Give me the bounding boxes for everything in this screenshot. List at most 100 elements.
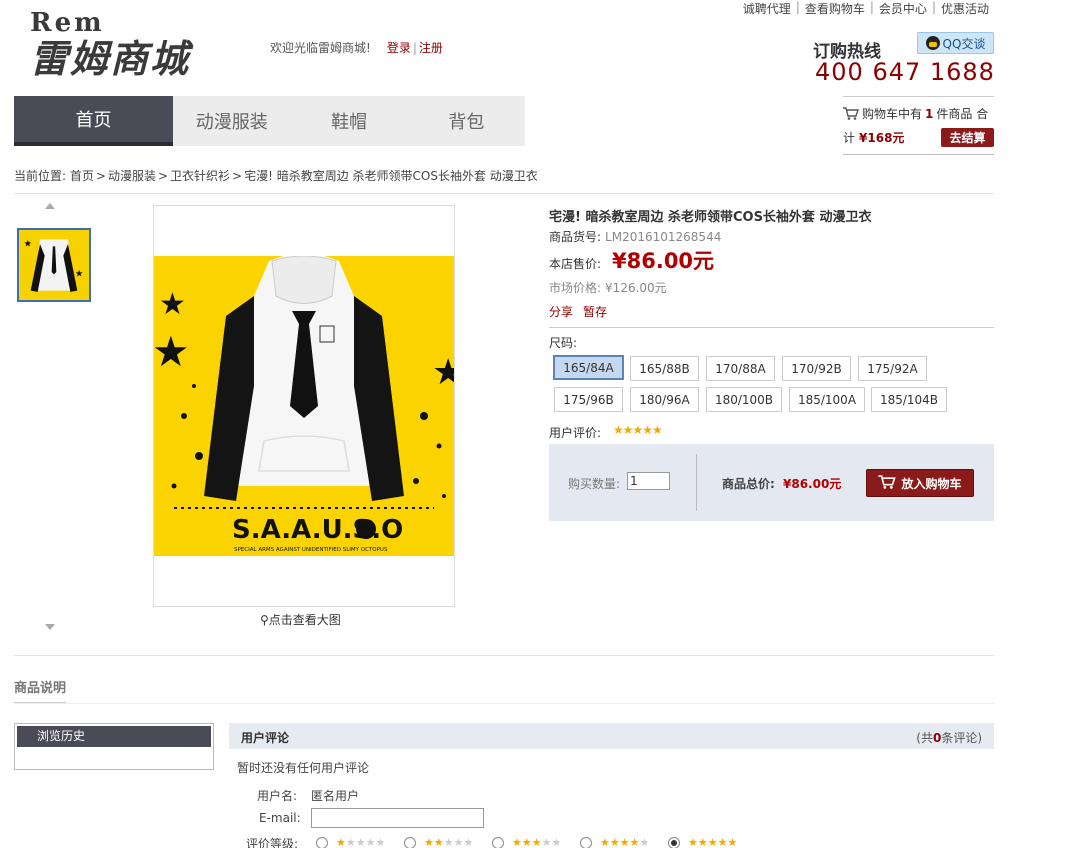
review-count-prefix: (共 [916, 731, 933, 745]
thumb-scroll-down-icon[interactable] [45, 624, 55, 630]
product-main-image[interactable]: ★ ★ ★ S.A.A.U.S.O SPECIAL ARMS AGAINST U… [154, 256, 454, 556]
star-icon: ★★★ [512, 836, 542, 848]
nav-home[interactable]: 首页 [14, 96, 174, 146]
divider: | [412, 41, 417, 55]
breadcrumb-item-subcategory[interactable]: 卫衣针织衫 [170, 169, 230, 183]
total-label: 商品总价: [722, 477, 775, 491]
rank-option-1[interactable]: ★ ★★★★ [316, 836, 385, 848]
login-link[interactable]: 登录 [387, 41, 411, 55]
browse-history-panel: 浏览历史 [14, 723, 214, 770]
add-to-cart-button[interactable]: 放入购物车 [866, 469, 974, 497]
breadcrumb-sep: > [232, 169, 243, 183]
radio-button[interactable] [316, 836, 328, 848]
breadcrumb-sep: > [95, 169, 106, 183]
star-icon: ★ [336, 836, 346, 848]
radio-button[interactable] [492, 836, 504, 848]
divider [14, 703, 994, 704]
nav-shoes-hats[interactable]: 鞋帽 [290, 96, 407, 146]
logo-en: Rem [30, 8, 105, 38]
qq-chat-label: QQ交谈 [942, 36, 986, 51]
market-price-label: 市场价格: [549, 281, 602, 295]
review-count-suffix: 条评论) [941, 731, 982, 745]
email-label: E-mail: [259, 811, 301, 825]
nav-bags[interactable]: 背包 [408, 96, 525, 146]
rank-option-4[interactable]: ★★★★ ★ [580, 836, 649, 848]
size-option[interactable]: 170/92B [782, 356, 851, 381]
size-option[interactable]: 180/100B [706, 387, 782, 412]
product-thumbnail[interactable]: ★ ★ [17, 228, 91, 302]
thumb-scroll-up-icon[interactable] [45, 203, 55, 209]
product-sku: 商品货号: LM2016101268544 [549, 228, 721, 245]
breadcrumb: 当前位置: 首页 > 动漫服装 > 卫衣针织衫 > 宅漫! 暗杀教室周边 杀老师领带COS长… [14, 167, 538, 184]
size-option[interactable]: 180/96A [630, 387, 699, 412]
size-option[interactable]: 175/92A [858, 356, 927, 381]
top-link-promotions[interactable]: 优惠活动 [936, 0, 994, 17]
cart-count: 1 [925, 106, 934, 121]
size-option[interactable]: 165/84A [553, 355, 624, 380]
rating-label: 用户评价: [549, 426, 602, 440]
browse-history-title: 浏览历史 [17, 726, 211, 747]
review-header: 用户评论 (共0条评论) [229, 723, 994, 749]
breadcrumb-item-home[interactable]: 首页 [70, 169, 94, 183]
top-link-agent[interactable]: 诚聘代理 [738, 0, 796, 17]
cart-icon [878, 474, 897, 492]
rank-option-2[interactable]: ★★ ★★★ [404, 836, 473, 848]
sku-label: 商品货号: [549, 230, 602, 244]
breadcrumb-item-current: 宅漫! 暗杀教室周边 杀老师领带COS长袖外套 动漫卫衣 [244, 169, 538, 183]
rank-option-5[interactable]: ★★★★★ [668, 836, 737, 848]
star-icon: ★★★★ [345, 836, 386, 848]
image-brand-text: S.A.A.U.S.O [232, 515, 403, 545]
nav-anime-clothing[interactable]: 动漫服装 [173, 96, 290, 146]
size-option[interactable]: 185/104B [871, 387, 947, 412]
star-icon: ★★ [541, 836, 562, 848]
cart-prefix: 购物车中有 [862, 107, 923, 121]
cart-total: ¥168元 [859, 131, 905, 145]
zoom-link[interactable]: ⚲点击查看大图 [260, 611, 341, 628]
radio-button[interactable] [404, 836, 416, 848]
qq-chat-button[interactable]: QQ交谈 [917, 32, 994, 54]
radio-button[interactable] [668, 836, 680, 848]
tab-product-description[interactable]: 商品说明 [14, 677, 67, 704]
save-link[interactable]: 暂存 [583, 305, 607, 319]
email-field[interactable] [311, 808, 484, 828]
rating-stars: ★★★★★ [613, 423, 663, 437]
qq-icon [925, 36, 940, 50]
size-option[interactable]: 170/88A [706, 356, 775, 381]
checkout-button[interactable]: 去结算 [941, 128, 994, 147]
divider [696, 454, 697, 511]
size-option[interactable]: 165/88B [630, 356, 699, 381]
product-price: ¥86.00元 [612, 249, 715, 273]
thumbnail-image: ★ ★ [19, 230, 89, 300]
quantity-input[interactable]: 1 [627, 472, 670, 490]
cart-line2-prefix: 计 [843, 131, 856, 145]
top-link-member[interactable]: 会员中心 [874, 0, 932, 17]
svg-text:★: ★ [154, 327, 190, 376]
share-save-bar: 分享 暂存 [549, 303, 607, 320]
price-label: 本店售价: [549, 257, 602, 271]
radio-button[interactable] [580, 836, 592, 848]
breadcrumb-item-category[interactable]: 动漫服装 [108, 169, 156, 183]
rank-option-3[interactable]: ★★★ ★★ [492, 836, 561, 848]
breadcrumb-prefix: 当前位置: [14, 169, 67, 183]
register-link[interactable]: 注册 [419, 41, 443, 55]
rank-label: 评价等级: [246, 837, 299, 848]
site-logo[interactable]: Rem 雷姆商城 [30, 10, 210, 90]
quantity-label: 购买数量: [568, 477, 621, 491]
sku-value: LM2016101268544 [605, 230, 722, 244]
main-nav: 首页 动漫服装 鞋帽 背包 [14, 96, 525, 146]
buy-panel: 购买数量: 1 商品总价: ¥86.00元 放入购物车 [549, 444, 994, 521]
size-option[interactable]: 185/100A [789, 387, 865, 412]
size-option[interactable]: 175/96B [554, 387, 623, 412]
add-to-cart-label: 放入购物车 [901, 476, 962, 491]
share-link[interactable]: 分享 [549, 305, 573, 319]
welcome-text: 欢迎光临雷姆商城! [270, 41, 371, 55]
divider [549, 327, 994, 328]
star-icon: ★ [639, 836, 650, 848]
top-link-cart[interactable]: 查看购物车 [800, 0, 870, 17]
divider [14, 193, 994, 194]
mini-cart: 购物车中有 1 件商品 合 计 ¥168元 去结算 [843, 96, 994, 155]
total-value: ¥86.00元 [783, 477, 842, 491]
image-tagline-text: SPECIAL ARMS AGAINST UNIDENTIFIED SLIMY … [234, 547, 388, 553]
username-label: 用户名: [257, 789, 298, 803]
size-label: 尺码: [549, 336, 578, 350]
